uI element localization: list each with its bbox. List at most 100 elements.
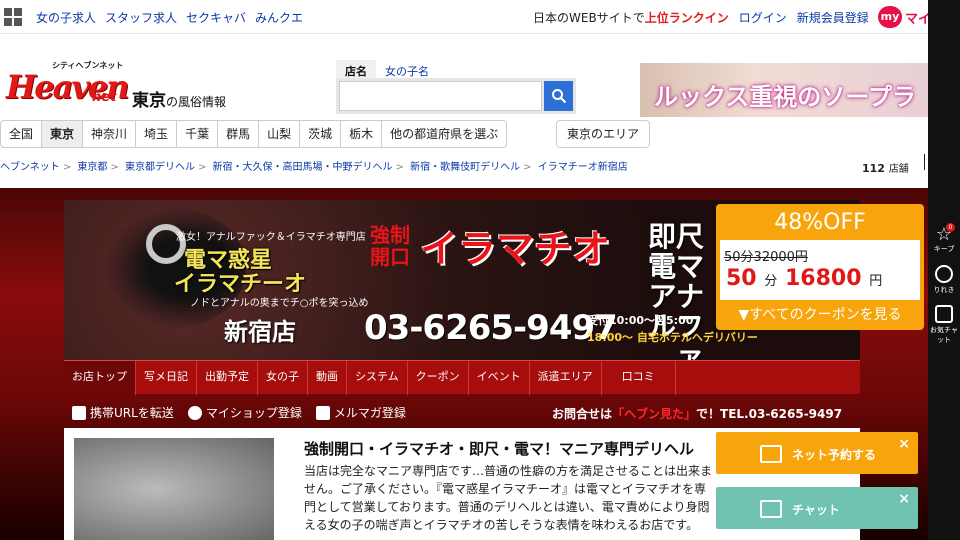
shopnav-area[interactable]: 派遣エリア xyxy=(530,361,602,395)
catch-side: 強制開口 xyxy=(370,223,410,269)
coupon-price: 16800 xyxy=(784,266,862,291)
coupon-old-price: 50分32000円 xyxy=(724,250,808,265)
search-box xyxy=(336,78,576,114)
shopnav-diary[interactable]: 写メ日記 xyxy=(136,361,197,395)
shopnav-coupon[interactable]: クーポン xyxy=(408,361,469,395)
breadcrumb-current: イラマチーオ新宿店 xyxy=(537,162,628,173)
breadcrumb-item[interactable]: ヘブンネット xyxy=(0,162,60,173)
chat-label: チャット xyxy=(792,502,840,517)
reserve-inner: ネット予約する xyxy=(760,445,876,463)
area-item-yamanashi[interactable]: 山梨 xyxy=(259,120,301,148)
catch-text: イラマチオ xyxy=(420,227,611,271)
area-item-other[interactable]: 他の都道府県を選ぶ xyxy=(382,120,508,148)
inquiry-text: お問合せは「ヘブン見た」で！TEL.03-6265-9497 xyxy=(552,405,842,422)
coupon-body: 50分32000円 50 分 16800 円 xyxy=(720,240,920,300)
shopnav-girls[interactable]: 女の子 xyxy=(258,361,308,395)
coupon-time: 50 xyxy=(726,266,757,291)
close-icon[interactable]: × xyxy=(898,491,910,507)
divider xyxy=(924,154,925,170)
inquiry-suffix: で！TEL.03-6265-9497 xyxy=(696,407,843,421)
register-link[interactable]: 新規会員登録 xyxy=(797,9,869,26)
coupon-all-link[interactable]: ▼すべてのクーポンを見る xyxy=(716,304,924,324)
send-url-action[interactable]: 携帯URLを転送 xyxy=(72,404,174,421)
inquiry-prefix: お問合せは xyxy=(552,407,613,421)
sidebar-chat-button[interactable]: お気チャット xyxy=(928,305,960,345)
shop-nav: お店トップ 写メ日記 出勤予定 女の子 動画 システム クーポン イベント 派遣… xyxy=(64,360,860,395)
keep-button[interactable]: ☆ 0 キープ xyxy=(928,223,960,254)
coupon-new-price: 50 分 16800 円 xyxy=(726,266,882,291)
mailmag-action[interactable]: メルマガ登録 xyxy=(315,404,406,421)
heart-icon xyxy=(187,405,202,420)
coupon-price-unit: 円 xyxy=(869,274,883,289)
shop-count: 112 店舗 xyxy=(862,160,909,175)
area-item-ibaraki[interactable]: 茨城 xyxy=(300,120,342,148)
region-suffix: の風俗情報 xyxy=(166,95,227,109)
site-logo[interactable]: シティヘブンネット Heaven net xyxy=(4,60,130,112)
inquiry-highlight: 「ヘブン見た」 xyxy=(612,407,697,421)
coupon-off: 48%OFF xyxy=(774,210,866,235)
keep-count-badge: 0 xyxy=(946,223,955,232)
calendar-icon xyxy=(760,445,782,463)
chat-button[interactable]: チャット × xyxy=(716,487,918,529)
top-link-minque[interactable]: みんクエ xyxy=(255,9,303,26)
breadcrumb-item[interactable]: 新宿・大久保・高田馬場・中野デリヘル xyxy=(213,162,393,173)
history-button[interactable]: りれき xyxy=(928,265,960,295)
breadcrumb-item[interactable]: 新宿・歌舞伎町デリヘル xyxy=(410,162,520,173)
rank-text: 上位ランクイン xyxy=(644,11,729,25)
myshop-label: マイショップ登録 xyxy=(205,406,302,420)
myshop-action[interactable]: マイショップ登録 xyxy=(187,404,302,421)
ad-banner-text: ルックス重視のソープラ xyxy=(654,83,916,111)
reserve-button[interactable]: ネット予約する × xyxy=(716,432,918,474)
keep-label: キープ xyxy=(933,245,955,253)
breadcrumb-item[interactable]: 東京都デリヘル xyxy=(125,162,195,173)
area-nav: 全国 東京 神奈川 埼玉 千葉 群馬 山梨 茨城 栃木 他の都道府県を選ぶ xyxy=(0,120,508,148)
search-button[interactable] xyxy=(544,81,573,111)
top-link-jobs-girls[interactable]: 女の子求人 xyxy=(36,9,96,26)
shop-tagline: ノドとアナルの奥までチ○ポを突っ込め xyxy=(190,298,369,309)
send-url-label: 携帯URLを転送 xyxy=(90,406,174,420)
top-right: 日本のWEBサイトで 上位ランクイン ログイン 新規会員登録 xyxy=(533,9,869,26)
star-icon: ☆ xyxy=(935,224,953,245)
coupon-card[interactable]: 48%OFF 50分32000円 50 分 16800 円 ▼すべてのクーポンを… xyxy=(716,204,924,330)
top-link-jobs-staff[interactable]: スタッフ求人 xyxy=(105,9,177,26)
edit-icon xyxy=(315,405,330,420)
history-label: りれき xyxy=(933,286,955,294)
sidebar-chat-label: お気チャット xyxy=(930,326,958,344)
search-icon xyxy=(552,89,567,104)
my-badge[interactable]: my xyxy=(878,6,902,28)
shop-actions: 携帯URLを転送 マイショップ登録 メルマガ登録 xyxy=(72,404,406,421)
breadcrumb-item[interactable]: 東京都 xyxy=(77,162,107,173)
shop-phone: 03-6265-9497 xyxy=(364,308,618,348)
close-icon[interactable]: × xyxy=(898,436,910,452)
login-link[interactable]: ログイン xyxy=(739,9,787,26)
area-item-tokyo[interactable]: 東京 xyxy=(42,120,84,148)
shopnav-video[interactable]: 動画 xyxy=(308,361,347,395)
ad-banner[interactable]: ルックス重視のソープラ xyxy=(640,63,928,117)
area-item-national[interactable]: 全国 xyxy=(0,120,43,148)
shopnav-top[interactable]: お店トップ xyxy=(64,361,136,395)
shop-small-text: 激女！アナルファック＆イラマチオ専門店 xyxy=(176,232,366,243)
area-item-chiba[interactable]: 千葉 xyxy=(177,120,219,148)
shopnav-schedule[interactable]: 出勤予定 xyxy=(197,361,258,395)
area-item-tochigi[interactable]: 栃木 xyxy=(341,120,383,148)
search-input[interactable] xyxy=(339,81,542,111)
area-item-gunma[interactable]: 群馬 xyxy=(218,120,260,148)
tokyo-area-button[interactable]: 東京のエリア xyxy=(556,120,651,148)
right-sidebar: ☆ 0 キープ りれき お気チャット xyxy=(928,0,960,540)
promo-text: 日本のWEBサイトで xyxy=(533,11,645,25)
area-item-saitama[interactable]: 埼玉 xyxy=(136,120,178,148)
shopnav-reviews[interactable]: 口コミ xyxy=(602,361,676,395)
top-link-sekucaba[interactable]: セクキャバ xyxy=(186,9,246,26)
shopnav-event[interactable]: イベント xyxy=(469,361,530,395)
logo-net: net xyxy=(92,90,117,105)
shopnav-system[interactable]: システム xyxy=(347,361,408,395)
shop-photo[interactable] xyxy=(74,438,274,540)
shop-branch: 新宿店 xyxy=(224,318,296,346)
intro-description: 当店は完全なマニア専門店です…普通の性癖の方を満足させることは出来ません。ご了承… xyxy=(304,464,713,532)
hours-reception: 受付10:00～翌5:00 xyxy=(587,314,694,327)
top-bar: 女の子求人 スタッフ求人 セクキャバ みんクエ 日本のWEBサイトで 上位ランク… xyxy=(0,0,931,34)
apps-grid-icon[interactable] xyxy=(4,8,22,26)
area-item-kanagawa[interactable]: 神奈川 xyxy=(83,120,137,148)
top-links: 女の子求人 スタッフ求人 セクキャバ みんクエ xyxy=(36,9,303,26)
region-name: 東京 xyxy=(132,91,166,111)
